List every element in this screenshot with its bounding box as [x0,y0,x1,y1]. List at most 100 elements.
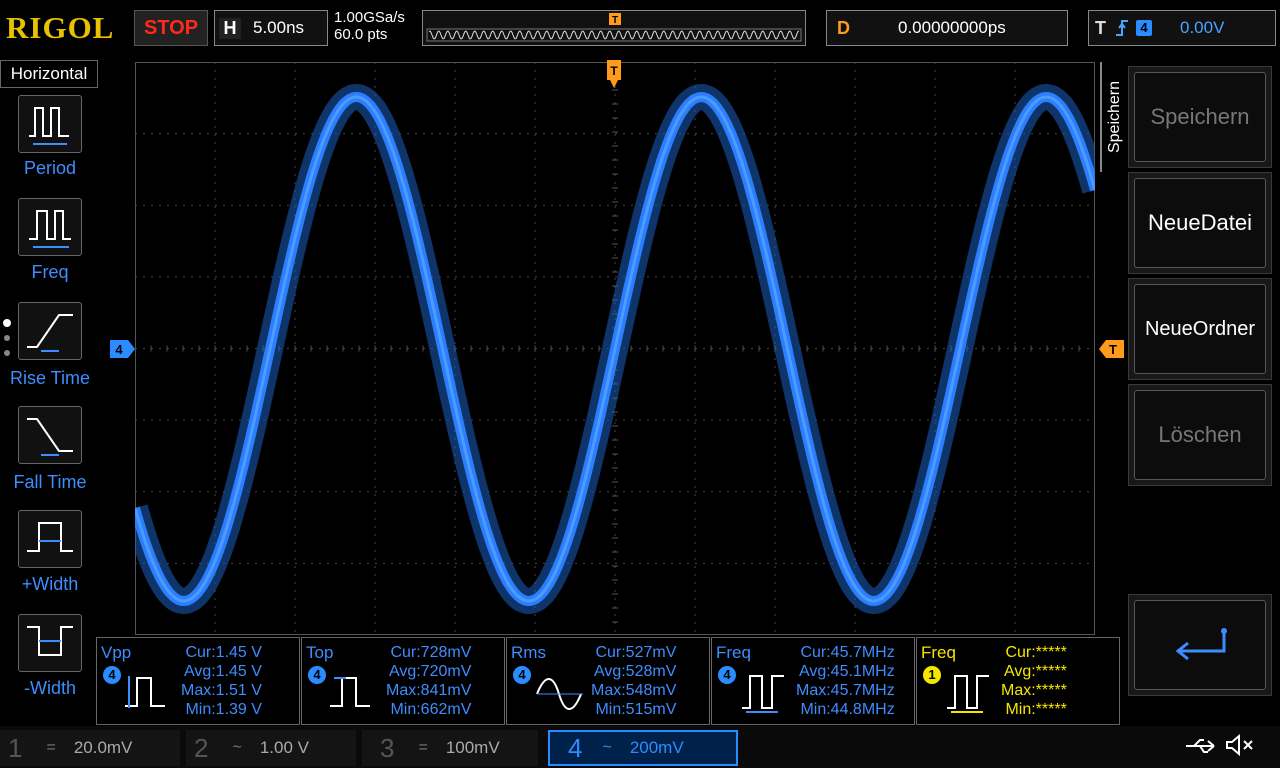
measurement-values: Cur:***** Avg:***** Max:***** Min:***** [1001,643,1067,719]
measurement-min: Min:44.8MHz [800,701,895,718]
freq-icon [29,210,71,248]
pos-width-icon [27,522,73,552]
measurement-min: Min:1.39 V [185,701,262,718]
measurement-rms[interactable]: Rms 4 Cur:527mV Avg:528mV Max:548mV Min:… [506,637,710,725]
acquisition-info: 1.00GSa/s 60.0 pts [334,9,405,43]
channel-number: 4 [568,732,583,763]
measurement-name: Freq [716,643,751,662]
rise-time-button[interactable] [18,302,82,360]
measurement-avg: Avg:720mV [388,663,472,680]
period-icon [29,107,69,145]
right-menu-divider [1100,62,1102,172]
channel-3-tab[interactable]: 3 = 100mV [362,730,538,766]
memory-waveform-icon: T [426,13,802,42]
trigger-letter: T [1095,17,1106,38]
right-menu-title-text: Speichern [1106,80,1124,154]
freq-button[interactable] [18,198,82,256]
measurement-top[interactable]: Top 4 Cur:728mV Avg:720mV Max:841mV Min:… [301,637,505,725]
save-button[interactable]: Speichern [1134,72,1266,162]
measurement-avg: Avg:45.1MHz [798,663,895,680]
channel-coupling-icon: ~ [602,739,612,756]
measurement-vpp[interactable]: Vpp 4 Cur:1.45 V Avg:1.45 V Max:1.51 V M… [96,637,300,725]
freq-label: Freq [31,262,69,282]
measurement-values: Cur:1.45 V Avg:1.45 V Max:1.51 V Min:1.3… [181,643,262,719]
trigger-channel-badge: 4 [1136,20,1152,36]
measurement-channel-badge: 4 [308,666,326,684]
horizontal-letter: H [219,17,241,39]
menu-title: Horizontal [0,60,98,88]
neg-width-button[interactable] [18,614,82,672]
usb-icon [1184,736,1220,761]
period-button[interactable] [18,95,82,153]
channel-number: 1 [8,732,23,763]
run-stop-button[interactable]: STOP [134,10,208,46]
measurement-channel-badge: 4 [103,666,121,684]
measurement-cur: Cur:45.7MHz [800,644,895,661]
rising-edge-icon [1116,20,1128,36]
measurement-cur: Cur:***** [1005,644,1067,661]
pos-width-button[interactable] [18,510,82,568]
channel-marker-icon: 4 [110,340,135,358]
channel-coupling-icon: = [46,739,56,756]
trigger-position-icon: T [609,13,621,26]
measurement-min: Min:662mV [390,701,472,718]
measurement-name: Vpp [101,643,132,662]
mute-icon[interactable] [1224,733,1258,762]
delete-button[interactable]: Löschen [1134,390,1266,480]
measurement-min: Min:***** [1005,701,1067,718]
right-menu-title: Speichern [1100,62,1130,172]
menu-page-dots [2,318,12,367]
svg-text:4: 4 [115,342,123,357]
trigger-position-marker[interactable]: T [606,60,622,95]
rms-icon [536,678,583,710]
delay-box[interactable]: D 0.00000000ps [826,10,1068,46]
rigol-logo: RIGOL [6,10,115,45]
freq-icon [742,675,784,713]
measurement-avg: Avg:***** [1003,663,1067,680]
horizontal-timebase[interactable]: H 5.00ns [214,10,328,46]
measurement-freq-ch1[interactable]: Freq 1 Cur:***** Avg:***** Max:***** Min… [916,637,1120,725]
memory-depth: 60.0 pts [334,26,388,43]
back-button[interactable] [1134,600,1266,690]
channel-scale: 200mV [629,738,684,757]
channel-2-tab[interactable]: 2 ~ 1.00 V [186,730,356,766]
trigger-box[interactable]: T 4 0.00V [1088,10,1276,46]
period-label: Period [23,158,77,178]
new-folder-button[interactable]: NeueOrdner [1134,284,1266,374]
measurement-avg: Avg:528mV [593,663,677,680]
enter-arrow-icon [1175,628,1227,661]
measurement-values: Cur:728mV Avg:720mV Max:841mV Min:662mV [386,643,471,719]
measurement-cur: Cur:527mV [595,644,677,661]
rise-time-label: Rise Time [9,368,90,388]
svg-text:T: T [1109,342,1117,357]
measurement-name: Rms [511,643,546,662]
measurement-channel-badge: 4 [718,666,736,684]
trigger-level-marker[interactable]: T [1098,340,1124,363]
channel-scale: 1.00 V [259,738,309,757]
freq-icon [947,675,989,713]
measurement-values: Cur:45.7MHz Avg:45.1MHz Max:45.7MHz Min:… [796,643,895,719]
fall-time-label: Fall Time [13,472,87,492]
rise-time-icon [27,314,73,352]
measurement-max: Max:***** [1001,682,1067,699]
new-file-button[interactable]: NeueDatei [1134,178,1266,268]
channel-number: 2 [194,732,209,763]
measurement-name: Top [306,643,334,662]
delay-value: 0.00000000ps [898,18,1006,37]
memory-overview[interactable]: T [422,10,806,46]
fall-time-icon [27,418,73,456]
trigger-level-icon: T [1099,340,1124,358]
measurement-avg: Avg:1.45 V [183,663,262,680]
channel-1-tab[interactable]: 1 = 20.0mV [0,730,180,766]
fall-time-button[interactable] [18,406,82,464]
measurement-channel-badge: 4 [513,666,531,684]
channel-coupling-icon: ~ [232,739,242,756]
waveform-display[interactable] [135,62,1095,635]
channel-4-offset-marker[interactable]: 4 [110,340,136,363]
channel-4-tab[interactable]: 4 ~ 200mV [548,730,738,766]
measurement-cur: Cur:1.45 V [185,644,262,661]
measurement-max: Max:1.51 V [181,682,262,699]
measurement-freq-ch4[interactable]: Freq 4 Cur:45.7MHz Avg:45.1MHz Max:45.7M… [711,637,915,725]
top-icon [330,677,370,707]
neg-width-label: -Width [23,678,76,698]
